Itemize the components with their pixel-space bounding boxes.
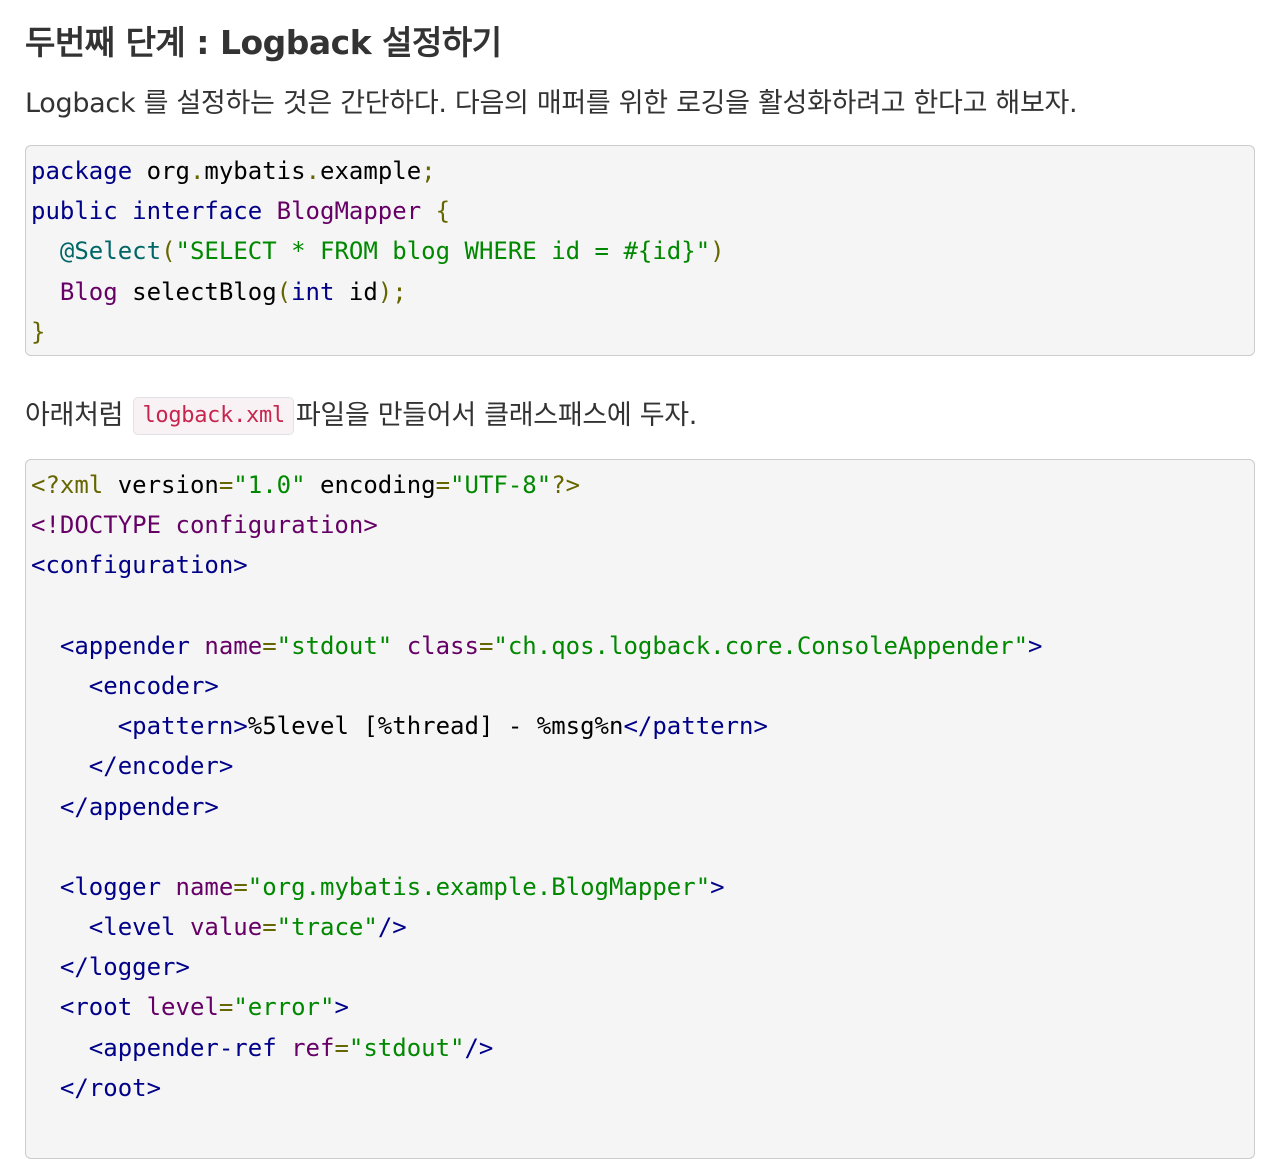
- code-line: public interface BlogMapper {: [31, 197, 451, 226]
- code-line: <?xml version="1.0" encoding="UTF-8"?>: [31, 471, 581, 499]
- instruction-paragraph: 아래처럼 logback.xml 파일을 만들어서 클래스패스에 두자.: [25, 396, 697, 436]
- code-line: <appender name="stdout" class="ch.qos.lo…: [59, 631, 1043, 660]
- intro-paragraph: Logback 를 설정하는 것은 간단하다. 다음의 매퍼를 위한 로깅을 활…: [25, 88, 1078, 119]
- xml-code-block: <?xml version="1.0" encoding="UTF-8"?> <!…: [25, 459, 1255, 1159]
- code-line: </appender>: [59, 792, 219, 821]
- java-code-block: package org.mybatis.example; public inter…: [25, 145, 1255, 356]
- code-line: <configuration>: [31, 551, 248, 580]
- code-line: Blog selectBlog(int id);: [59, 277, 407, 306]
- code-line: @Select("SELECT * FROM blog WHERE id = #…: [59, 237, 725, 266]
- filename-inline-code: logback.xml: [133, 397, 294, 435]
- code-line: <level value="trace"/>: [88, 913, 407, 942]
- section-title: 두번째 단계 : Logback 설정하기: [25, 23, 502, 62]
- code-line: </encoder>: [88, 752, 234, 781]
- code-line: <encoder>: [88, 671, 219, 700]
- code-line: <pattern>%5level [%thread] - %msg%n</pat…: [117, 712, 768, 741]
- code-line: </logger>: [59, 953, 190, 982]
- code-line: </root>: [59, 1073, 162, 1102]
- code-line: <!DOCTYPE configuration>: [31, 511, 378, 540]
- code-line: }: [31, 317, 46, 346]
- code-line: <appender-ref ref="stdout"/>: [88, 1033, 494, 1062]
- code-line: package org.mybatis.example;: [31, 157, 436, 185]
- code-line: <root level="error">: [59, 993, 349, 1022]
- code-line: <logger name="org.mybatis.example.BlogMa…: [59, 872, 725, 901]
